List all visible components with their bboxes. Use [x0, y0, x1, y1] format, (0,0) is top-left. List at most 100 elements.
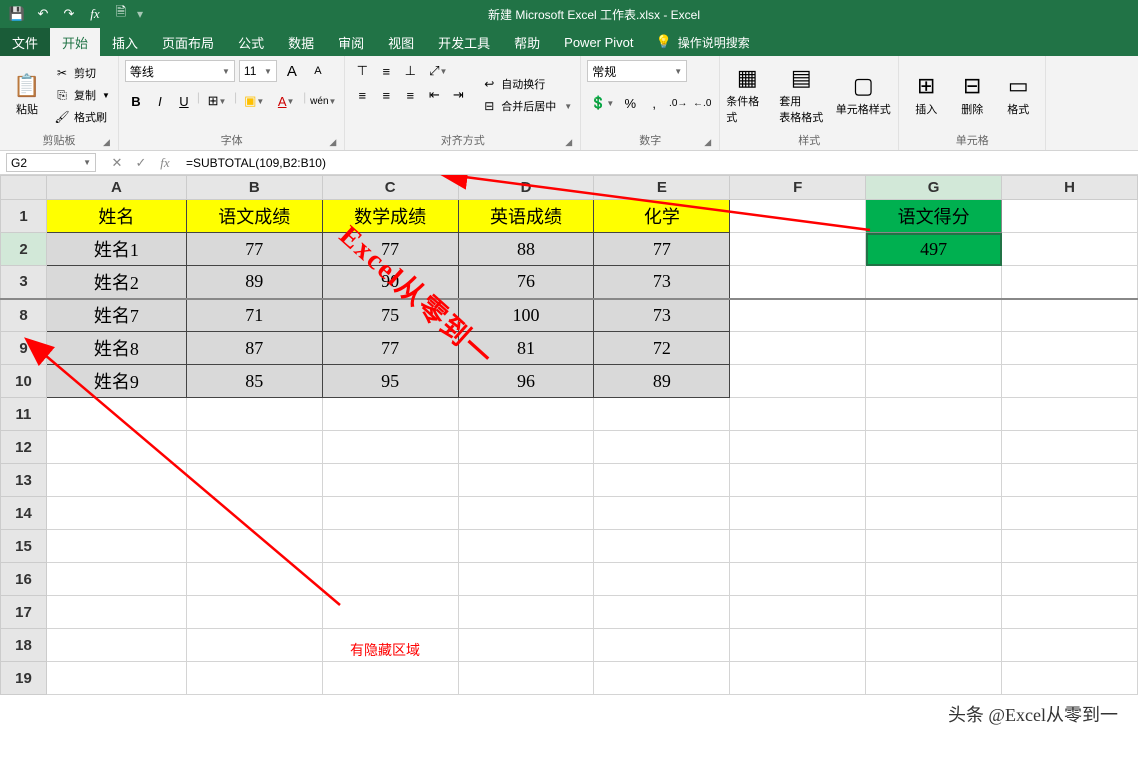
- italic-button[interactable]: I: [149, 90, 171, 112]
- cell-E8[interactable]: 73: [594, 299, 730, 332]
- fx-button[interactable]: fx: [84, 3, 106, 25]
- cell-A17[interactable]: [46, 596, 186, 629]
- row-head-1[interactable]: 1: [1, 200, 47, 233]
- cell-B9[interactable]: 87: [186, 332, 322, 365]
- cell-E11[interactable]: [594, 398, 730, 431]
- cell-G3[interactable]: [866, 266, 1002, 299]
- cell-C1[interactable]: 数学成绩: [322, 200, 458, 233]
- copy-button[interactable]: ⎘复制▼: [52, 85, 112, 105]
- decrease-font-button[interactable]: A: [307, 60, 329, 82]
- align-top-button[interactable]: ⊤: [351, 60, 373, 82]
- cell-D16[interactable]: [458, 563, 594, 596]
- col-head-E[interactable]: E: [594, 176, 730, 200]
- cell-E19[interactable]: [594, 662, 730, 695]
- cell-F16[interactable]: [730, 563, 866, 596]
- cell-F8[interactable]: [730, 299, 866, 332]
- cell-F3[interactable]: [730, 266, 866, 299]
- row-head-9[interactable]: 9: [1, 332, 47, 365]
- cell-E16[interactable]: [594, 563, 730, 596]
- format-painter-button[interactable]: 🖌格式刷: [52, 107, 112, 127]
- cell-B18[interactable]: [186, 629, 322, 662]
- cell-F12[interactable]: [730, 431, 866, 464]
- accounting-format-button[interactable]: 💲▼: [587, 92, 617, 114]
- cell-E1[interactable]: 化学: [594, 200, 730, 233]
- cell-D15[interactable]: [458, 530, 594, 563]
- tab-insert[interactable]: 插入: [100, 28, 150, 56]
- cell-B16[interactable]: [186, 563, 322, 596]
- increase-font-button[interactable]: A: [281, 60, 303, 82]
- cell-D19[interactable]: [458, 662, 594, 695]
- tab-formulas[interactable]: 公式: [226, 28, 276, 56]
- cell-E9[interactable]: 72: [594, 332, 730, 365]
- decrease-indent-button[interactable]: ⇤: [423, 84, 445, 106]
- paste-button[interactable]: 📋 粘贴: [6, 60, 48, 130]
- comma-button[interactable]: ,: [643, 92, 665, 114]
- cell-A8[interactable]: 姓名7: [46, 299, 186, 332]
- cell-H12[interactable]: [1002, 431, 1138, 464]
- row-head-2[interactable]: 2: [1, 233, 47, 266]
- cell-F2[interactable]: [730, 233, 866, 266]
- cell-D1[interactable]: 英语成绩: [458, 200, 594, 233]
- cell-H15[interactable]: [1002, 530, 1138, 563]
- cell-G14[interactable]: [866, 497, 1002, 530]
- cell-H17[interactable]: [1002, 596, 1138, 629]
- cell-A2[interactable]: 姓名1: [46, 233, 186, 266]
- row-head-14[interactable]: 14: [1, 497, 47, 530]
- row-head-15[interactable]: 15: [1, 530, 47, 563]
- cell-G8[interactable]: [866, 299, 1002, 332]
- cell-A1[interactable]: 姓名: [46, 200, 186, 233]
- cell-A3[interactable]: 姓名2: [46, 266, 186, 299]
- cell-B3[interactable]: 89: [186, 266, 322, 299]
- cell-D11[interactable]: [458, 398, 594, 431]
- orientation-button[interactable]: ⤢▼: [423, 60, 453, 82]
- cell-D8[interactable]: 100: [458, 299, 594, 332]
- fill-color-button[interactable]: ▣▼: [239, 90, 269, 112]
- format-as-table-button[interactable]: ▤套用 表格格式: [772, 60, 830, 130]
- cell-H13[interactable]: [1002, 464, 1138, 497]
- cell-G10[interactable]: [866, 365, 1002, 398]
- cell-F11[interactable]: [730, 398, 866, 431]
- cell-A12[interactable]: [46, 431, 186, 464]
- format-cells-button[interactable]: ▭格式: [997, 60, 1039, 130]
- tab-data[interactable]: 数据: [276, 28, 326, 56]
- qat-more-icon[interactable]: ▾: [136, 7, 144, 21]
- cancel-formula-button[interactable]: ✕: [106, 155, 128, 171]
- cell-A11[interactable]: [46, 398, 186, 431]
- cell-B19[interactable]: [186, 662, 322, 695]
- align-bottom-button[interactable]: ⊥: [399, 60, 421, 82]
- col-head-F[interactable]: F: [730, 176, 866, 200]
- select-all-corner[interactable]: [1, 176, 47, 200]
- col-head-H[interactable]: H: [1002, 176, 1138, 200]
- cell-A10[interactable]: 姓名9: [46, 365, 186, 398]
- cell-F9[interactable]: [730, 332, 866, 365]
- cell-H11[interactable]: [1002, 398, 1138, 431]
- cell-A15[interactable]: [46, 530, 186, 563]
- font-color-button[interactable]: A▼: [271, 90, 301, 112]
- align-left-button[interactable]: ≡: [351, 84, 373, 106]
- conditional-formatting-button[interactable]: ▦条件格式: [726, 60, 768, 130]
- cell-G2[interactable]: 497: [866, 233, 1002, 266]
- cell-C11[interactable]: [322, 398, 458, 431]
- cell-A9[interactable]: 姓名8: [46, 332, 186, 365]
- cell-A19[interactable]: [46, 662, 186, 695]
- cell-H2[interactable]: [1002, 233, 1138, 266]
- cell-H8[interactable]: [1002, 299, 1138, 332]
- cell-D13[interactable]: [458, 464, 594, 497]
- tell-me-search[interactable]: 💡 操作说明搜索: [656, 28, 750, 56]
- col-head-C[interactable]: C: [322, 176, 458, 200]
- cell-D14[interactable]: [458, 497, 594, 530]
- insert-cells-button[interactable]: ⊞插入: [905, 60, 947, 130]
- tab-review[interactable]: 审阅: [326, 28, 376, 56]
- tab-powerpivot[interactable]: Power Pivot: [552, 28, 645, 56]
- font-name-dropdown[interactable]: 等线▼: [125, 60, 235, 82]
- cell-C16[interactable]: [322, 563, 458, 596]
- row-head-3[interactable]: 3: [1, 266, 47, 299]
- row-head-18[interactable]: 18: [1, 629, 47, 662]
- cell-G12[interactable]: [866, 431, 1002, 464]
- cell-F14[interactable]: [730, 497, 866, 530]
- cell-F19[interactable]: [730, 662, 866, 695]
- row-head-11[interactable]: 11: [1, 398, 47, 431]
- formula-input[interactable]: =SUBTOTAL(109,B2:B10): [180, 151, 1138, 174]
- cell-G17[interactable]: [866, 596, 1002, 629]
- cell-A14[interactable]: [46, 497, 186, 530]
